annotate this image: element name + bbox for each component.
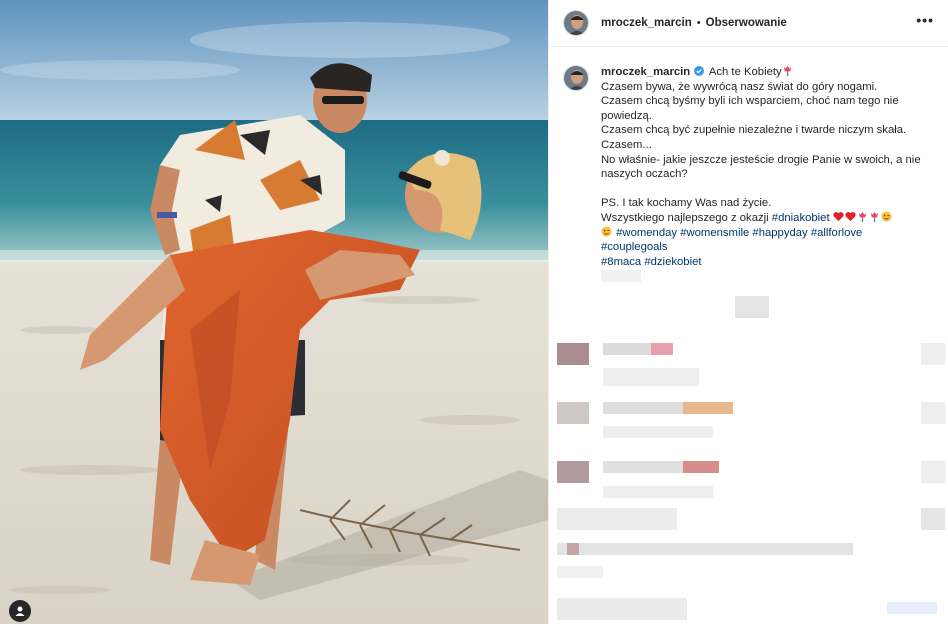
winking-tongue-emoji-icon bbox=[881, 211, 892, 222]
blurred-block bbox=[603, 402, 683, 414]
post-caption: mroczek_marcin Ach te Kobiety Czasem byw… bbox=[549, 47, 948, 269]
blurred-block bbox=[921, 461, 945, 483]
author-avatar[interactable] bbox=[563, 10, 589, 36]
blurred-block bbox=[887, 602, 937, 614]
blurred-block bbox=[735, 296, 769, 318]
hashtag-link[interactable]: #8maca bbox=[601, 256, 641, 268]
caption-line-7: No właśnie- jakie jeszcze jesteście drog… bbox=[601, 153, 921, 166]
caption-line-1: Ach te Kobiety bbox=[708, 66, 782, 78]
post-header: mroczek_marcin • Obserwowanie ••• bbox=[549, 0, 948, 47]
caption-line-10: Wszystkiego najlepszego z okazji bbox=[601, 211, 769, 224]
author-username[interactable]: mroczek_marcin bbox=[601, 17, 692, 29]
hashtag-link[interactable]: #couplegoals bbox=[601, 241, 668, 253]
winking-tongue-emoji-icon bbox=[601, 225, 612, 237]
blurred-block bbox=[683, 402, 733, 414]
blurred-block bbox=[557, 508, 677, 530]
caption-line-6: Czasem... bbox=[601, 138, 652, 151]
blurred-block bbox=[557, 566, 603, 578]
caption-text: mroczek_marcin Ach te Kobiety Czasem byw… bbox=[601, 65, 921, 269]
red-heart-emoji-icon bbox=[845, 212, 856, 222]
hashtag-link[interactable]: #womenday bbox=[616, 227, 677, 239]
blurred-block bbox=[651, 343, 673, 355]
blurred-block bbox=[603, 368, 699, 386]
blurred-block bbox=[567, 543, 579, 555]
hashtag-link[interactable]: #womensmile bbox=[680, 227, 749, 239]
blurred-avatar bbox=[557, 343, 589, 365]
user-tag-button[interactable] bbox=[9, 600, 31, 622]
hashtag-link[interactable]: #dniakobiet bbox=[772, 212, 830, 224]
blurred-block bbox=[921, 508, 945, 530]
blurred-block bbox=[603, 426, 713, 438]
caption-line-4: powiedzą. bbox=[601, 109, 652, 122]
following-button[interactable]: Obserwowanie bbox=[706, 17, 787, 29]
blurred-block bbox=[603, 461, 683, 473]
tulip-emoji-icon bbox=[870, 211, 878, 222]
blurred-block bbox=[921, 402, 945, 424]
hashtag-link[interactable]: #happyday bbox=[752, 227, 807, 239]
post-side-panel: mroczek_marcin • Obserwowanie ••• mrocze… bbox=[548, 0, 948, 624]
hashtag-link[interactable]: #allforlove bbox=[811, 227, 863, 239]
red-heart-emoji-icon bbox=[833, 212, 844, 222]
blurred-block bbox=[603, 343, 651, 355]
caption-line-3: Czasem chcą byśmy byli ich wsparciem, ch… bbox=[601, 95, 899, 108]
caption-line-5: Czasem chcą być zupełnie niezależne i tw… bbox=[601, 124, 907, 137]
blurred-block bbox=[557, 598, 687, 620]
blurred-block bbox=[603, 486, 713, 498]
header-separator: • bbox=[696, 17, 701, 29]
blurred-block bbox=[557, 543, 853, 555]
tulip-emoji-icon bbox=[858, 211, 866, 222]
tulip-emoji-icon bbox=[783, 65, 791, 76]
blurred-block bbox=[683, 461, 719, 473]
blurred-avatar bbox=[557, 402, 589, 424]
hashtag-link[interactable]: #dziekobiet bbox=[644, 256, 701, 268]
caption-line-8: naszych oczach? bbox=[601, 168, 688, 181]
caption-username[interactable]: mroczek_marcin bbox=[601, 66, 690, 78]
blurred-avatar bbox=[557, 461, 589, 483]
verified-badge-icon bbox=[694, 66, 705, 76]
user-tag-icon bbox=[15, 606, 25, 616]
more-options-icon[interactable]: ••• bbox=[916, 12, 934, 34]
caption-author-avatar[interactable] bbox=[563, 65, 589, 91]
caption-line-2: Czasem bywa, że wywrócą nasz świat do gó… bbox=[601, 80, 878, 93]
blurred-block bbox=[601, 270, 641, 282]
caption-line-9: PS. I tak kochamy Was nad życie. bbox=[601, 197, 772, 210]
blurred-block bbox=[921, 343, 945, 365]
post-photo[interactable] bbox=[0, 0, 548, 624]
beach-couple-photo bbox=[0, 0, 548, 624]
